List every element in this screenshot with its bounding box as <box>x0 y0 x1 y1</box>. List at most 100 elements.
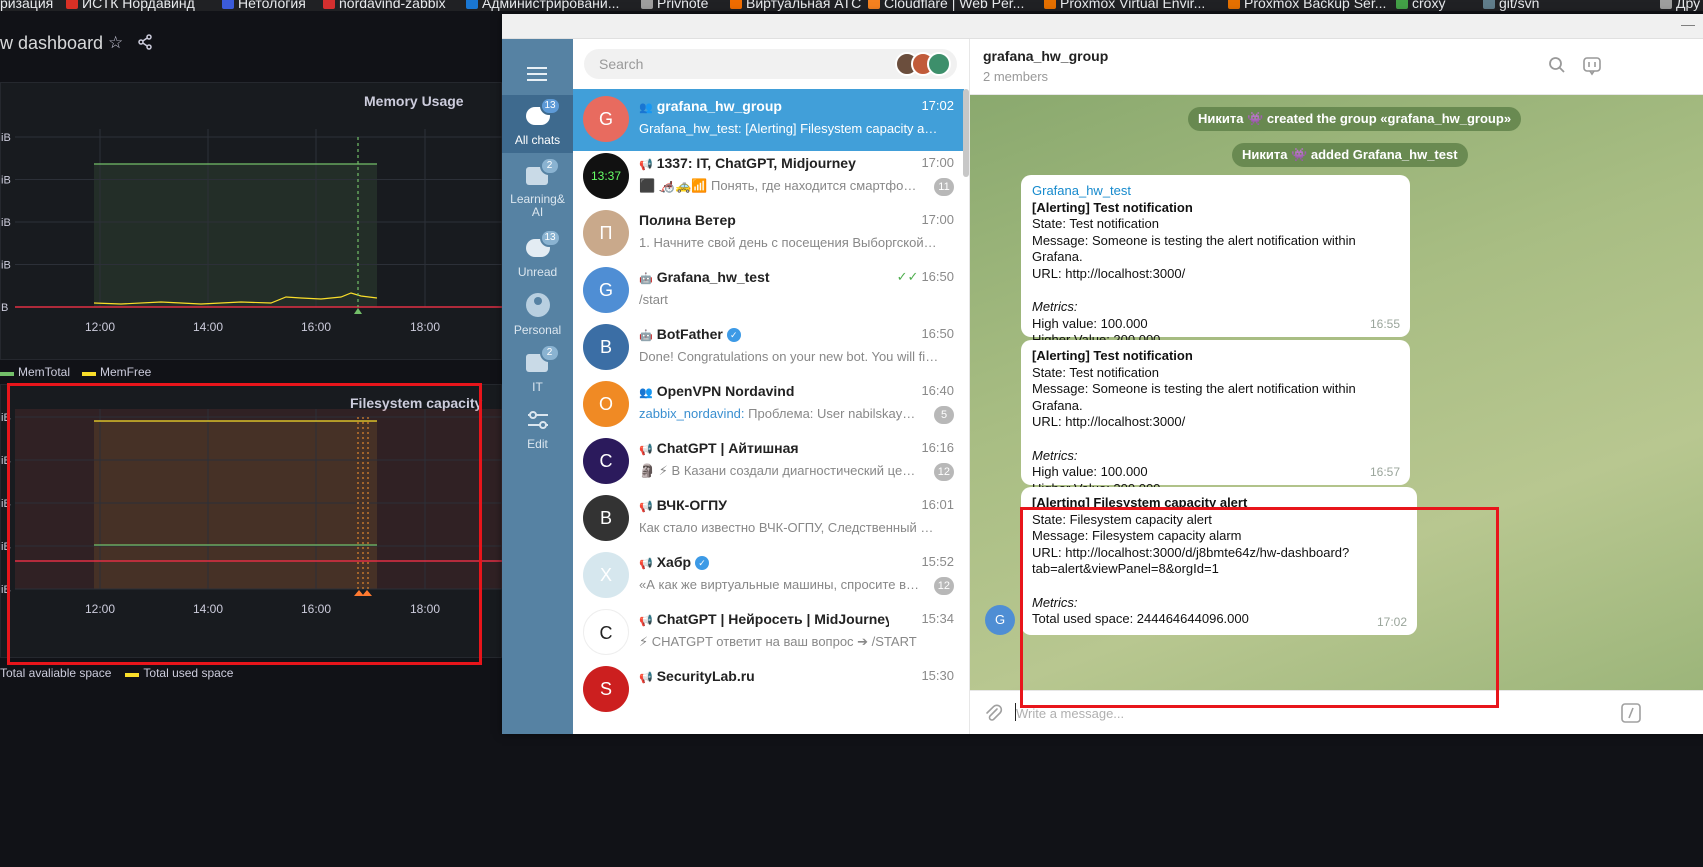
memory-usage-panel[interactable]: Memory Usage iB iB iB iB B 12:00 14:00 16:00 18:… <box>0 82 503 361</box>
share-icon[interactable] <box>137 34 153 55</box>
bookmark-item[interactable]: ризация <box>0 0 53 11</box>
chat-preview: ⬛ 🦽🚕📶 Понять, где находится смартфон, п.… <box>639 178 919 193</box>
message-line: State: Test notification <box>1032 364 1159 380</box>
menu-icon[interactable] <box>527 67 547 85</box>
grafana-dashboard: w dashboard ☆ Memory Usage iB iB iB iB B 12:0… <box>0 11 503 867</box>
legend-item[interactable]: Total used space <box>125 666 233 680</box>
window-titlebar[interactable]: — <box>502 14 1703 39</box>
message-line: [Alerting] Filesystem capacity alert <box>1032 495 1248 510</box>
message-bubble[interactable]: Grafana_hw_test [Alerting] Test notificat… <box>1021 175 1410 347</box>
channel-type-icon: 📢 <box>639 672 653 684</box>
bookmark-label: Proxmox Backup Ser... <box>1244 0 1387 11</box>
unread-badge: 12 <box>933 577 954 595</box>
chat-members-count: 2 members <box>983 69 1049 84</box>
bot-type-icon: 🤖 <box>639 273 653 285</box>
unread-badge: 5 <box>934 406 954 424</box>
memory-usage-graph[interactable]: iB iB iB iB B 12:00 14:00 16:00 18:00 <box>1 83 503 361</box>
bookmark-item[interactable]: Proxmox Virtual Envir... <box>1044 0 1205 11</box>
chat-avatar: O <box>583 381 629 427</box>
message-line: Message: Someone is testing the alert no… <box>1032 232 1360 265</box>
bookmark-item[interactable]: nordavind-zabbix <box>323 0 446 11</box>
message-line: tab=alert&viewPanel=8&orgId=1 <box>1032 561 1219 577</box>
service-message: Никита 👾 created the group «grafana_hw_g… <box>1188 107 1522 131</box>
folder-learning-ai[interactable]: 2 Learning& AI <box>502 155 573 219</box>
bookmark-favicon-icon <box>1228 0 1240 9</box>
folder-personal[interactable]: Personal <box>502 285 573 341</box>
bookmark-item[interactable]: croxy <box>1396 0 1445 11</box>
bookmark-label: Privnote <box>657 0 709 11</box>
legend-item[interactable]: MemTotal <box>0 365 70 379</box>
stories-avatars[interactable] <box>895 52 951 76</box>
message-bubble[interactable]: [Alerting] Test notification State: Test … <box>1021 340 1410 496</box>
folder-all-chats[interactable]: 13 All chats <box>502 95 573 153</box>
chat-list-scrollbar[interactable] <box>963 89 969 177</box>
folder-badge: 2 <box>539 344 560 362</box>
dashboard-title: w dashboard <box>0 33 104 53</box>
search-input[interactable]: Search <box>599 56 643 72</box>
chat-row[interactable]: O 👥 OpenVPN Nordavind 16:40 zabbix_nordavind… <box>573 374 964 436</box>
chat-time: 16:50 <box>921 326 954 341</box>
x-tick-label: 18:00 <box>410 320 440 334</box>
chat-row[interactable]: S 📢 SecurityLab.ru 15:30 <box>573 659 964 721</box>
legend-item[interactable]: MemFree <box>82 365 151 379</box>
channel-type-icon: 📢 <box>639 501 653 513</box>
folder-it[interactable]: 2 IT <box>502 342 573 398</box>
chat-time: 16:16 <box>921 440 954 455</box>
message-line: [Alerting] Test notification <box>1032 348 1193 363</box>
filesystem-capacity-panel[interactable]: Filesystem capacity iB iB iB iB iB 12:00 14:00… <box>0 384 503 659</box>
chat-row[interactable]: П Полина Ветер 17:00 1. Начните свой день с… <box>573 203 964 265</box>
message-line: State: Filesystem capacity alert <box>1032 511 1212 527</box>
chat-row[interactable]: C 📢 ChatGPT | Нейросеть | MidJourney 15:34 ⚡… <box>573 602 964 664</box>
bookmark-item[interactable]: Privnote <box>641 0 708 11</box>
legend-item[interactable]: Total avaliable space <box>0 666 111 680</box>
chat-row[interactable]: 13:37 📢 1337: IT, ChatGPT, Midjourney 17:00… <box>573 146 964 208</box>
bookmark-item[interactable]: Администрировани... <box>466 0 619 11</box>
chat-row[interactable]: В 📢 ВЧК-ОГПУ 16:01 Как стало известно ВЧК-ОГ… <box>573 488 964 550</box>
bookmark-item[interactable]: Дру <box>1660 0 1700 11</box>
chat-avatar: Х <box>583 552 629 598</box>
message-sender[interactable]: Grafana_hw_test <box>1032 183 1399 200</box>
sender-avatar[interactable]: G <box>985 605 1015 635</box>
bookmark-label: Proxmox Virtual Envir... <box>1060 0 1206 11</box>
bookmark-item[interactable]: Cloudflare | Web Per... <box>868 0 1024 11</box>
chat-preview: Done! Congratulations on your new bot. Y… <box>639 349 939 364</box>
channel-type-icon: 📢 <box>639 558 653 570</box>
minimize-icon[interactable]: — <box>1681 16 1695 32</box>
message-bubble[interactable]: [Alerting] Filesystem capacity alert Stat… <box>1021 487 1417 635</box>
bookmark-item[interactable]: Нетология <box>222 0 306 11</box>
threshold-area <box>15 409 503 589</box>
bot-commands-icon[interactable] <box>1620 703 1642 728</box>
chat-row[interactable]: G 👥 grafana_hw_group 17:02 Grafana_hw_test: … <box>573 89 964 151</box>
y-tick-label: iB <box>1 584 11 596</box>
paperclip-icon[interactable] <box>983 703 1003 728</box>
filesystem-capacity-graph[interactable]: iB iB iB iB iB 12:00 14:00 16:00 18:00 <box>1 385 503 659</box>
message-line: State: Test notification <box>1032 216 1159 232</box>
y-tick-label: iB <box>1 455 11 467</box>
bookmark-item[interactable]: git/svn <box>1483 0 1539 11</box>
message-line: Metrics: <box>1032 594 1078 610</box>
chat-time: ✓✓ 16:50 <box>896 269 954 284</box>
bookmark-favicon-icon <box>730 0 742 9</box>
chat-time: 16:40 <box>921 383 954 398</box>
message-input[interactable] <box>1016 703 1576 723</box>
bookmark-item[interactable]: Виртуальная АТС <box>730 0 861 11</box>
search-icon[interactable] <box>1548 56 1566 79</box>
message-line: Metrics: <box>1032 299 1078 315</box>
chat-time: 17:00 <box>921 155 954 170</box>
bookmark-item[interactable]: ИСТК Нордавинд <box>66 0 195 11</box>
folder-badge: 13 <box>539 97 561 115</box>
chat-row[interactable]: B 🤖 BotFather ✓ 16:50 Done! Congratulations o… <box>573 317 964 379</box>
sidebar-toggle-icon[interactable] <box>1582 56 1602 81</box>
chat-header[interactable]: grafana_hw_group 2 members <box>970 39 1703 95</box>
search-bar[interactable]: Search <box>584 49 957 79</box>
chat-row[interactable]: C 📢 ChatGPT | Айтишная 16:16 🗿 ⚡ В Казани со… <box>573 431 964 493</box>
preview-sender: zabbix_nordavind: <box>639 406 745 421</box>
star-icon[interactable]: ☆ <box>108 33 123 53</box>
chat-list: Search G 👥 grafana_hw_group 17:02 Grafana_hw… <box>573 39 970 734</box>
dashboard-header: w dashboard ☆ <box>0 11 502 89</box>
chat-row[interactable]: Х 📢 Хабр ✓ 15:52 «А как же виртуальные машины… <box>573 545 964 607</box>
chat-row[interactable]: G 🤖 Grafana_hw_test ✓✓ 16:50/start <box>573 260 964 322</box>
folder-edit[interactable]: Edit <box>502 399 573 455</box>
folder-unread[interactable]: 13 Unread <box>502 227 573 283</box>
bookmark-item[interactable]: Proxmox Backup Ser... <box>1228 0 1386 11</box>
